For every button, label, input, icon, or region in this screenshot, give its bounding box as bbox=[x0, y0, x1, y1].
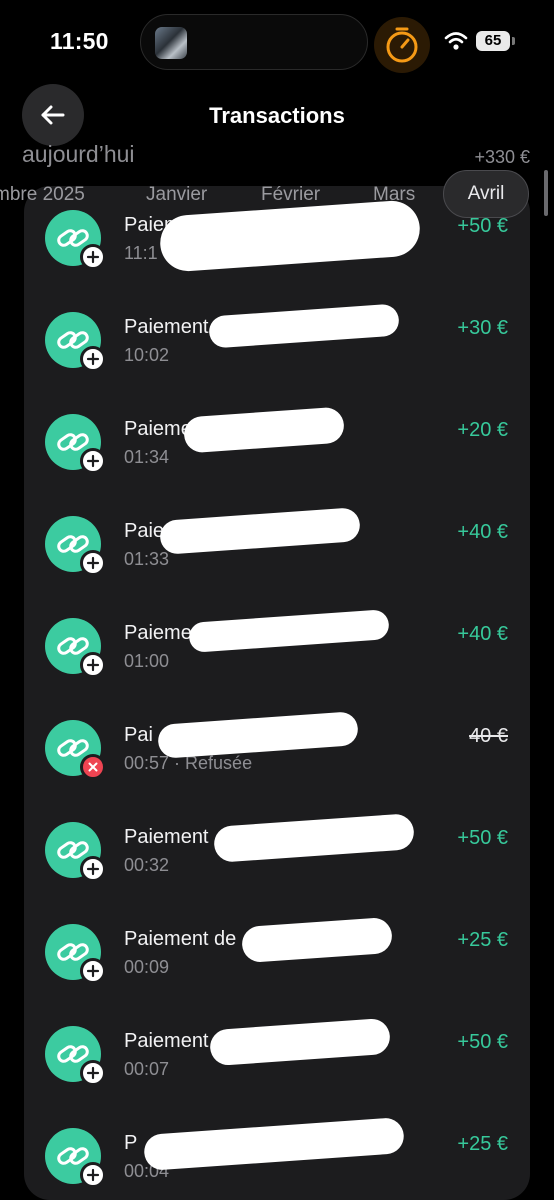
redaction-scribble bbox=[208, 303, 400, 349]
transaction-amount: +40 € bbox=[457, 521, 508, 543]
tab-janvier[interactable]: Janvier bbox=[146, 184, 207, 206]
battery-icon: 65 bbox=[476, 31, 510, 51]
plus-icon bbox=[80, 448, 106, 474]
tab-decembre-2025[interactable]: mbre 2025 bbox=[0, 184, 85, 206]
transaction-amount: +30 € bbox=[457, 317, 508, 339]
page-title: Transactions bbox=[209, 103, 345, 128]
plus-icon bbox=[80, 244, 106, 270]
transaction-amount: +40 € bbox=[457, 623, 508, 645]
transaction-amount: +50 € bbox=[457, 827, 508, 849]
plus-icon bbox=[80, 856, 106, 882]
transaction-time: 10:02 bbox=[124, 345, 170, 365]
timer-icon[interactable] bbox=[374, 17, 430, 73]
transaction-title: Pai bbox=[124, 724, 153, 746]
redaction-scribble bbox=[208, 1017, 392, 1067]
transaction-time: 00:07 bbox=[124, 1059, 170, 1079]
transaction-time: 00:32 bbox=[124, 855, 170, 875]
transaction-time: 01:34 bbox=[124, 447, 170, 467]
transaction-row[interactable]: P 00:04 +25 € bbox=[24, 1116, 530, 1200]
plus-icon bbox=[80, 958, 106, 984]
transaction-row[interactable]: Pai 00:57 · Refusée 40 € bbox=[24, 711, 530, 816]
redaction-scribble bbox=[212, 813, 416, 863]
transaction-amount: 40 € bbox=[469, 725, 508, 747]
transaction-time: 01:00 bbox=[124, 651, 170, 671]
transaction-row[interactable]: Paiement de 00:09 +25 € bbox=[24, 916, 530, 1020]
month-tabs: mbre 2025 Janvier Février Mars Avril bbox=[0, 170, 554, 222]
transaction-row[interactable]: Paiement d 01:34 +20 € bbox=[24, 406, 530, 510]
battery-nub bbox=[512, 37, 515, 45]
group-total: +330 € bbox=[474, 147, 530, 167]
redaction-scribble bbox=[182, 406, 346, 454]
wifi-icon bbox=[444, 32, 468, 50]
transaction-amount: +25 € bbox=[457, 1133, 508, 1155]
transaction-time: 00:09 bbox=[124, 957, 170, 977]
transaction-row[interactable]: Paiement 10:02 +30 € bbox=[24, 303, 530, 408]
plus-icon bbox=[80, 1162, 106, 1188]
transaction-title: Paiement bbox=[124, 316, 209, 338]
transaction-row[interactable]: Paiement d11:1+50 € bbox=[24, 198, 530, 306]
transaction-amount: +20 € bbox=[457, 419, 508, 441]
redaction-scribble bbox=[188, 609, 390, 653]
transaction-title: Paiement bbox=[124, 1030, 209, 1052]
dynamic-island[interactable] bbox=[140, 14, 368, 70]
plus-icon bbox=[80, 1060, 106, 1086]
transaction-row[interactable]: Paiement 00:07 +50 € bbox=[24, 1017, 530, 1122]
plus-icon bbox=[80, 346, 106, 372]
status-bar: 11:50 65 bbox=[0, 0, 554, 84]
transaction-time: 01:33 bbox=[124, 549, 170, 569]
now-playing-thumbnail bbox=[155, 27, 187, 59]
scroll-indicator[interactable] bbox=[544, 170, 548, 216]
tab-mars[interactable]: Mars bbox=[373, 184, 415, 206]
tab-avril[interactable]: Avril bbox=[443, 170, 529, 218]
transaction-list[interactable]: Paiement d11:1+50 €Paiement10:02+30 €Pai… bbox=[24, 186, 530, 1200]
redaction-scribble bbox=[240, 916, 394, 964]
tab-fevrier[interactable]: Février bbox=[261, 184, 320, 206]
plus-icon bbox=[80, 652, 106, 678]
transaction-time: 11:1 bbox=[124, 243, 158, 263]
redaction-scribble bbox=[143, 1116, 405, 1172]
transaction-amount: +50 € bbox=[457, 1031, 508, 1053]
transaction-title: Paiement bbox=[124, 826, 209, 848]
redaction-scribble bbox=[159, 507, 361, 555]
transaction-row[interactable]: Paiem 01:33 +40 € bbox=[24, 507, 530, 612]
x-icon bbox=[80, 754, 106, 780]
status-clock: 11:50 bbox=[50, 28, 109, 54]
transaction-title: P bbox=[124, 1132, 138, 1154]
transaction-row[interactable]: Paiement de 01:00 +40 € bbox=[24, 609, 530, 714]
transaction-amount: +25 € bbox=[457, 929, 508, 951]
redaction-scribble bbox=[157, 711, 359, 759]
transaction-title: Paiement de bbox=[124, 928, 237, 950]
group-date-label: aujourd’hui bbox=[22, 141, 135, 167]
plus-icon bbox=[80, 550, 106, 576]
transaction-row[interactable]: Paiement 00:32 +50 € bbox=[24, 813, 530, 918]
